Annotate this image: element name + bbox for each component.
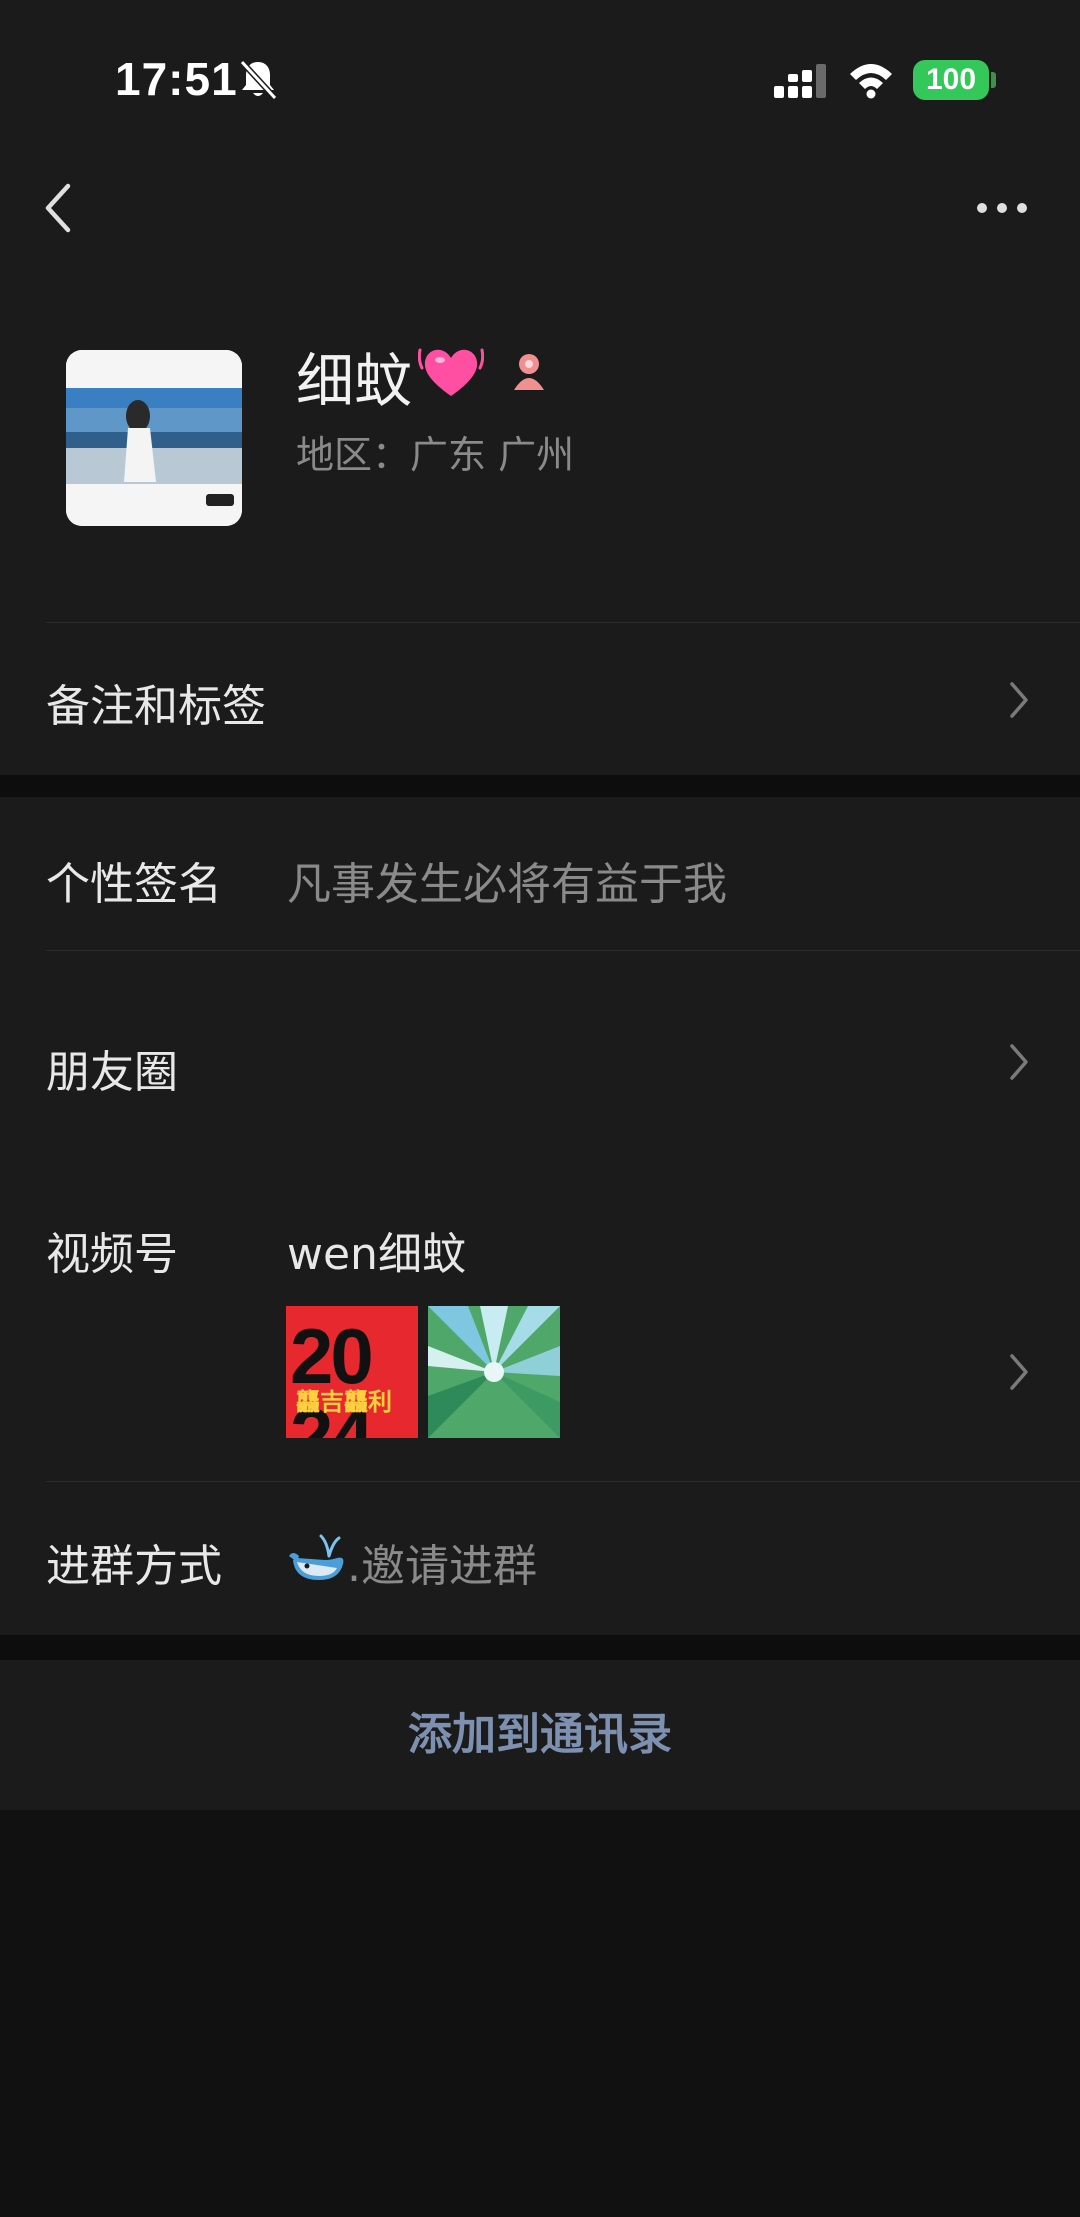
channels-value: wen细蚊: [287, 1229, 466, 1280]
channel-video-thumbnail[interactable]: 20 24 龘吉龘利: [286, 1306, 418, 1438]
chevron-right-icon[interactable]: [1006, 678, 1032, 722]
more-horizontal-icon[interactable]: [972, 190, 1032, 226]
wifi-icon: [850, 64, 892, 99]
cellular-signal-icon: [774, 64, 826, 98]
chevron-left-icon[interactable]: [34, 178, 84, 238]
signature-label: 个性签名: [46, 859, 222, 910]
female-icon: [514, 354, 544, 390]
divider: [46, 1481, 1080, 1482]
thumbnail-burst-image: [428, 1306, 560, 1438]
group-join-value: .邀请进群: [347, 1541, 537, 1592]
remark-tags-label[interactable]: 备注和标签: [46, 670, 266, 734]
whale-icon: [289, 1534, 344, 1580]
battery-icon: 100: [913, 60, 989, 100]
thumbnail-year-text: 20 24: [290, 1312, 374, 1438]
moments-label[interactable]: 朋友圈: [46, 1036, 178, 1100]
bell-slash-icon: [239, 59, 278, 101]
status-bar: 17:51 100: [0, 0, 1080, 160]
status-time: 17:51: [115, 53, 238, 105]
channel-video-thumbnail[interactable]: [428, 1306, 560, 1438]
battery-tip: [991, 72, 996, 88]
add-to-contacts-button[interactable]: 添加到通讯录: [0, 1660, 1080, 1810]
section-separator: [0, 1635, 1080, 1660]
channels-label[interactable]: 视频号: [46, 1218, 178, 1282]
profile-region: 地区：广东 广州: [296, 433, 575, 477]
chevron-right-icon[interactable]: [1006, 1040, 1032, 1084]
profile-name: 细蚊: [296, 347, 413, 415]
chevron-right-icon[interactable]: [1006, 1350, 1032, 1394]
section-separator: [0, 775, 1080, 797]
signature-value: 凡事发生必将有益于我: [287, 859, 727, 910]
contact-profile-page: 17:51 100 细蚊 地区：广东 广州 备注和标签 个性签名 凡事发生必将有…: [0, 0, 1080, 2217]
avatar[interactable]: [66, 350, 242, 526]
divider: [46, 950, 1080, 951]
divider: [46, 622, 1080, 623]
avatar-image: [66, 350, 242, 526]
group-join-label: 进群方式: [46, 1541, 222, 1592]
thumbnail-overlay-text: 龘吉龘利: [296, 1388, 392, 1416]
details-section: [0, 797, 1080, 1635]
pink-heart-icon: [418, 348, 484, 396]
